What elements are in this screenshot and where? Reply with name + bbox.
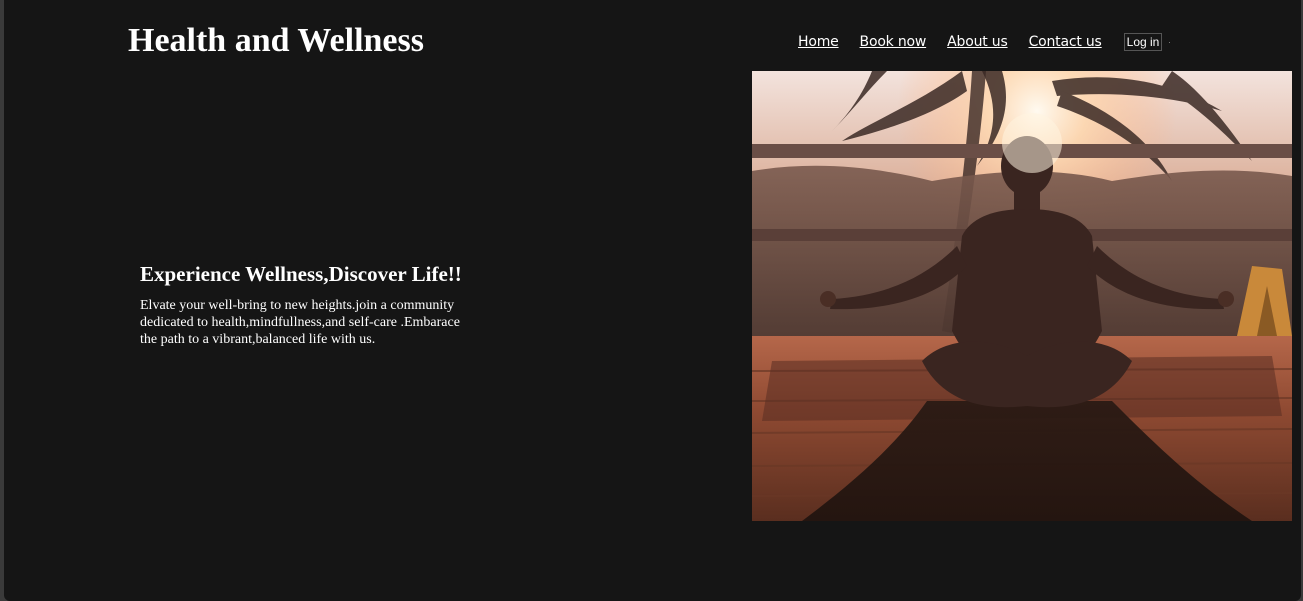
hero-heading: Experience Wellness,Discover Life!! [140, 262, 462, 286]
hero-description: Elvate your well-bring to new heights.jo… [140, 298, 460, 347]
nav-link-about-us[interactable]: About us [947, 34, 1008, 50]
hero-image-meditation [752, 71, 1292, 521]
nav-link-book-now[interactable]: Book now [860, 34, 927, 50]
login-button[interactable]: Log in [1123, 33, 1163, 51]
nav-separator-dot [1169, 42, 1170, 43]
site-title: Health and Wellness [128, 22, 424, 59]
main-nav: Home Book now About us Contact us Log in [798, 31, 1163, 53]
nav-link-home[interactable]: Home [798, 34, 839, 50]
nav-link-contact-us[interactable]: Contact us [1029, 34, 1102, 50]
hero-text: Experience Wellness,Discover Life!! Elva… [140, 261, 480, 348]
page-viewport: Health and Wellness Home Book now About … [4, 0, 1301, 601]
